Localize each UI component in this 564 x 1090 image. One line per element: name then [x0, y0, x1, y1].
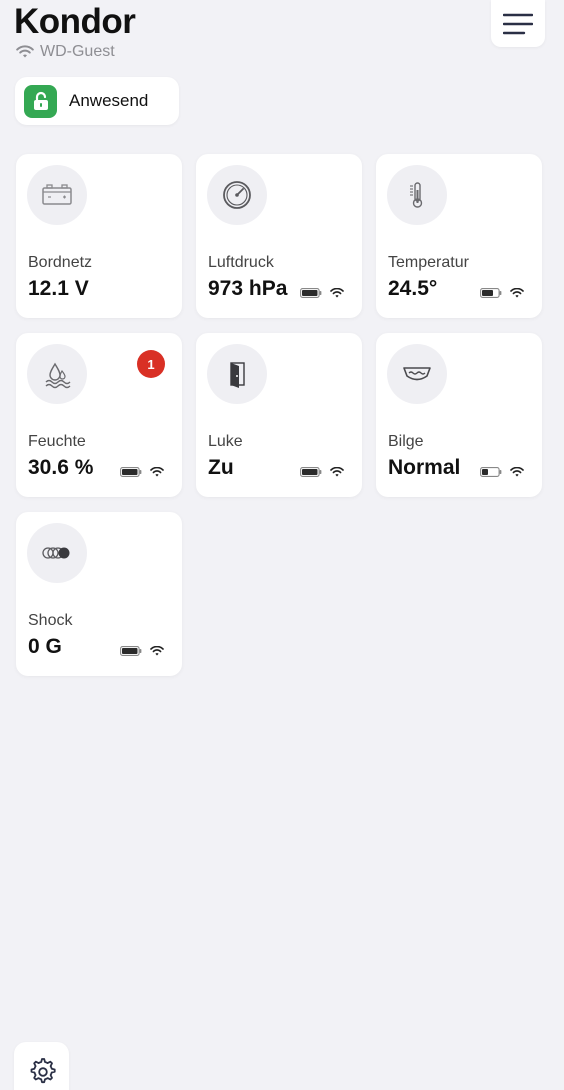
network-info: WD-Guest: [16, 43, 115, 61]
presence-lock-icon-wrap: [24, 84, 57, 118]
water-drops-icon: [45, 362, 71, 389]
app-title: Kondor: [14, 2, 136, 41]
sensor-icon-wrap: [207, 165, 267, 225]
sensor-icon-wrap: [27, 523, 87, 583]
wifi-signal-icon: [510, 288, 524, 298]
alert-badge: 1: [137, 350, 165, 378]
sensor-value: 12.1 V: [28, 277, 89, 300]
wifi-signal-icon: [150, 646, 164, 656]
wifi-signal-icon: [150, 467, 164, 477]
sensor-value: 973 hPa: [208, 277, 288, 300]
sensor-value: Zu: [208, 456, 234, 479]
menu-button[interactable]: [491, 0, 545, 47]
sensor-icon-wrap: [27, 165, 87, 225]
sensor-card-luftdruck[interactable]: Luftdruck 973 hPa: [196, 154, 362, 318]
settings-button[interactable]: [14, 1042, 69, 1090]
wifi-signal-icon: [330, 467, 344, 477]
sensor-card-bilge[interactable]: Bilge Normal: [376, 333, 542, 497]
sensor-name: Shock: [28, 612, 73, 629]
battery-icon: [480, 288, 502, 298]
sensor-value: 0 G: [28, 635, 62, 658]
door-icon: [230, 362, 245, 388]
sensor-card-bordnetz[interactable]: Bordnetz 12.1 V: [16, 154, 182, 318]
sensor-name: Luke: [208, 433, 243, 450]
sensor-value: 30.6 %: [28, 456, 94, 479]
battery-icon: [300, 467, 322, 477]
unlock-icon: [33, 91, 48, 110]
gear-icon: [30, 1058, 56, 1084]
sensor-value: 24.5°: [388, 277, 438, 300]
sensor-icon-wrap: [207, 344, 267, 404]
thermometer-icon: [410, 182, 423, 208]
sensor-card-shock[interactable]: Shock 0 G: [16, 512, 182, 676]
device-status: [300, 467, 344, 477]
battery-icon: [300, 288, 322, 298]
sensor-icon-wrap: [387, 165, 447, 225]
battery-car-icon: [42, 184, 72, 205]
bilge-icon: [403, 367, 431, 381]
battery-icon: [480, 467, 502, 477]
device-status: [480, 288, 524, 298]
sensor-value: Normal: [388, 456, 461, 479]
device-status: [120, 646, 164, 656]
sensor-name: Feuchte: [28, 433, 86, 450]
presence-status-button[interactable]: Anwesend: [15, 77, 179, 125]
wifi-signal-icon: [330, 288, 344, 298]
device-status: [480, 467, 524, 477]
sensor-icon-wrap: [387, 344, 447, 404]
network-name: WD-Guest: [40, 43, 115, 60]
sensor-card-feuchte[interactable]: 1 Feuchte 30.6 %: [16, 333, 182, 497]
device-status: [120, 467, 164, 477]
battery-icon: [120, 646, 142, 656]
sensor-card-temperatur[interactable]: Temperatur 24.5°: [376, 154, 542, 318]
sensor-name: Bordnetz: [28, 254, 93, 271]
sensor-name: Bilge: [388, 433, 424, 450]
sensor-name: Luftdruck: [208, 254, 274, 271]
gauge-icon: [223, 181, 251, 209]
device-status: [300, 288, 344, 298]
sensor-card-luke[interactable]: Luke Zu: [196, 333, 362, 497]
shock-rings-icon: [42, 547, 70, 559]
battery-icon: [120, 467, 142, 477]
hamburger-icon: [503, 13, 533, 34]
sensor-icon-wrap: [27, 344, 87, 404]
sensor-name: Temperatur: [388, 254, 469, 271]
wifi-icon: [16, 45, 34, 58]
presence-label: Anwesend: [69, 91, 149, 110]
wifi-signal-icon: [510, 467, 524, 477]
